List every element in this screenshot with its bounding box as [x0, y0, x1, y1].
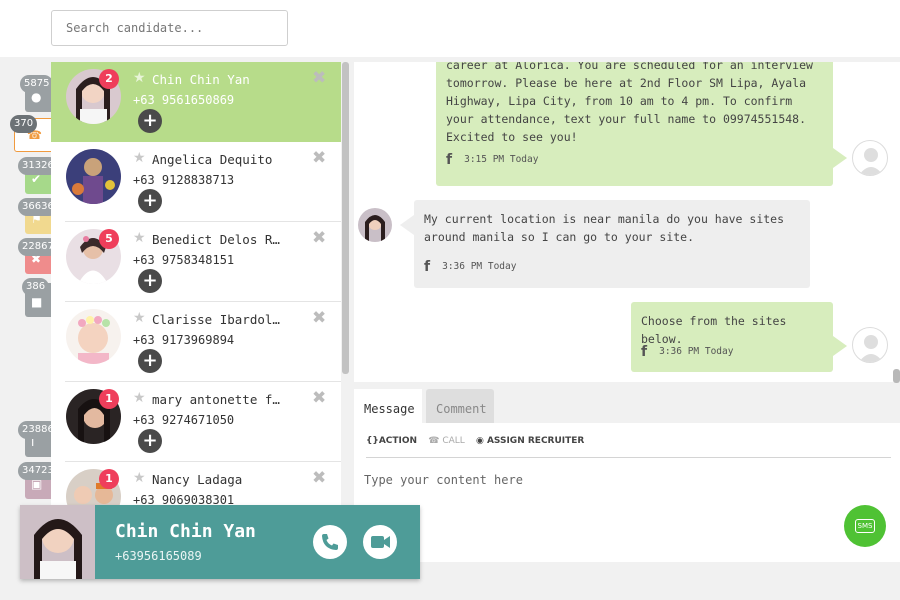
candidate-avatar: [66, 149, 121, 204]
candidate-phone: +63 9561650869: [133, 93, 235, 107]
sms-icon: SMS: [854, 519, 876, 533]
star-icon[interactable]: ★: [133, 150, 146, 166]
star-icon[interactable]: ★: [133, 470, 146, 486]
active-call-bar: Chin Chin Yan +63956165089: [20, 505, 420, 579]
caller-name: Chin Chin Yan: [115, 521, 256, 542]
message-time: 3:36 PM Today: [442, 261, 517, 272]
message-meta: f 3:36 PM Today: [641, 343, 733, 361]
close-icon[interactable]: ✖: [312, 148, 326, 168]
candidate-name: Chin Chin Yan: [152, 72, 250, 87]
send-sms-button[interactable]: SMS: [844, 505, 886, 547]
candidate-item[interactable]: ★ Angelica Dequito +63 9128838713 + ✖: [51, 142, 341, 222]
composer-toolbar: {}ACTION ☎ CALL ◉ ASSIGN RECRUITER: [366, 436, 891, 458]
message-meta: f 3:15 PM Today: [446, 151, 538, 169]
unread-badge: 5: [99, 229, 119, 249]
star-icon[interactable]: ★: [133, 310, 146, 326]
assign-label: ASSIGN RECRUITER: [486, 436, 585, 446]
message-text: career at Alorica. You are scheduled for…: [446, 62, 813, 144]
search-input[interactable]: [51, 10, 288, 46]
count-badge: 5875: [20, 75, 54, 93]
close-icon[interactable]: ✖: [312, 68, 326, 88]
close-icon[interactable]: ✖: [312, 468, 326, 488]
unread-badge: 1: [99, 469, 119, 489]
caller-photo: [20, 505, 95, 579]
message-bubble-incoming: My current location is near manila do yo…: [414, 200, 810, 288]
star-icon[interactable]: ★: [133, 230, 146, 246]
action-button[interactable]: {}ACTION: [366, 436, 417, 446]
recruiter-avatar: [852, 140, 888, 176]
list-scrollbar[interactable]: [342, 62, 349, 374]
candidate-list: 2 ★ Chin Chin Yan +63 9561650869 + ✖ ★ A…: [51, 62, 341, 567]
candidate-name: Clarisse Ibardola…: [152, 312, 282, 327]
add-icon[interactable]: +: [138, 269, 162, 293]
call-label: CALL: [442, 436, 465, 446]
conversation-panel: career at Alorica. You are scheduled for…: [354, 62, 900, 382]
candidate-item[interactable]: ★ Clarisse Ibardola… +63 9173969894 + ✖: [51, 302, 341, 382]
message-input[interactable]: [364, 468, 824, 492]
candidate-name: Nancy Ladaga: [152, 472, 243, 487]
message-time: 3:36 PM Today: [659, 346, 734, 357]
bubble-tail: [833, 148, 847, 168]
count-badge: 386: [22, 278, 50, 296]
add-icon[interactable]: +: [138, 189, 162, 213]
close-icon[interactable]: ✖: [312, 388, 326, 408]
count-badge: 370: [10, 115, 38, 133]
message-text: Choose from the sites below.: [641, 314, 787, 346]
candidate-chat-avatar: [358, 208, 392, 242]
candidate-name: mary antonette fo…: [152, 392, 282, 407]
video-camera-icon: [371, 536, 390, 548]
candidate-item[interactable]: 1 ★ mary antonette fo… +63 9274671050 + …: [51, 382, 341, 462]
star-icon[interactable]: ★: [133, 70, 146, 86]
recruiter-avatar: [852, 327, 888, 363]
candidate-item[interactable]: 2 ★ Chin Chin Yan +63 9561650869 + ✖: [51, 62, 341, 142]
tab-comment[interactable]: Comment: [426, 389, 494, 423]
close-icon[interactable]: ✖: [312, 308, 326, 328]
add-icon[interactable]: +: [138, 349, 162, 373]
voice-call-button[interactable]: [313, 525, 347, 559]
unread-badge: 1: [99, 389, 119, 409]
top-bar: [0, 0, 900, 57]
add-icon[interactable]: +: [138, 109, 162, 133]
composer-panel: Message Comment {}ACTION ☎ CALL ◉ ASSIGN…: [354, 386, 900, 562]
add-icon[interactable]: +: [138, 429, 162, 453]
action-label: ACTION: [378, 436, 418, 446]
phone-icon: [322, 534, 338, 550]
facebook-icon: f: [446, 152, 453, 168]
eye-icon: ◉: [475, 436, 484, 446]
phone-icon: ☎: [428, 436, 440, 446]
message-time: 3:15 PM Today: [464, 154, 539, 165]
message-meta: f 3:36 PM Today: [424, 258, 516, 276]
candidate-phone: +63 9758348151: [133, 253, 235, 267]
call-button[interactable]: ☎ CALL: [428, 436, 465, 446]
bubble-tail: [400, 215, 414, 235]
assign-recruiter-button[interactable]: ◉ ASSIGN RECRUITER: [476, 436, 584, 446]
candidate-avatar: [66, 309, 121, 364]
caller-phone: +63956165089: [115, 549, 202, 563]
candidate-name: Benedict Delos Re…: [152, 232, 282, 247]
star-icon[interactable]: ★: [133, 390, 146, 406]
message-bubble-outgoing: career at Alorica. You are scheduled for…: [436, 62, 833, 186]
briefcase-icon: ■: [31, 295, 43, 309]
message-text: My current location is near manila do yo…: [424, 212, 785, 244]
unread-badge: 2: [99, 69, 119, 89]
candidate-item[interactable]: 5 ★ Benedict Delos Re… +63 9758348151 + …: [51, 222, 341, 302]
message-bubble-outgoing: Choose from the sites below. f 3:36 PM To…: [631, 302, 833, 372]
video-call-button[interactable]: [363, 525, 397, 559]
candidate-name: Angelica Dequito: [152, 152, 273, 167]
candidate-phone: +63 9128838713: [133, 173, 235, 187]
bubble-tail: [833, 336, 847, 356]
candidate-phone: +63 9173969894: [133, 333, 235, 347]
chat-scrollbar[interactable]: [893, 369, 900, 383]
facebook-icon: f: [424, 259, 431, 275]
tab-message[interactable]: Message: [354, 389, 422, 423]
candidate-phone: +63 9274671050: [133, 413, 235, 427]
braces-icon: {}: [366, 436, 379, 446]
facebook-icon: f: [641, 344, 648, 360]
close-icon[interactable]: ✖: [312, 228, 326, 248]
